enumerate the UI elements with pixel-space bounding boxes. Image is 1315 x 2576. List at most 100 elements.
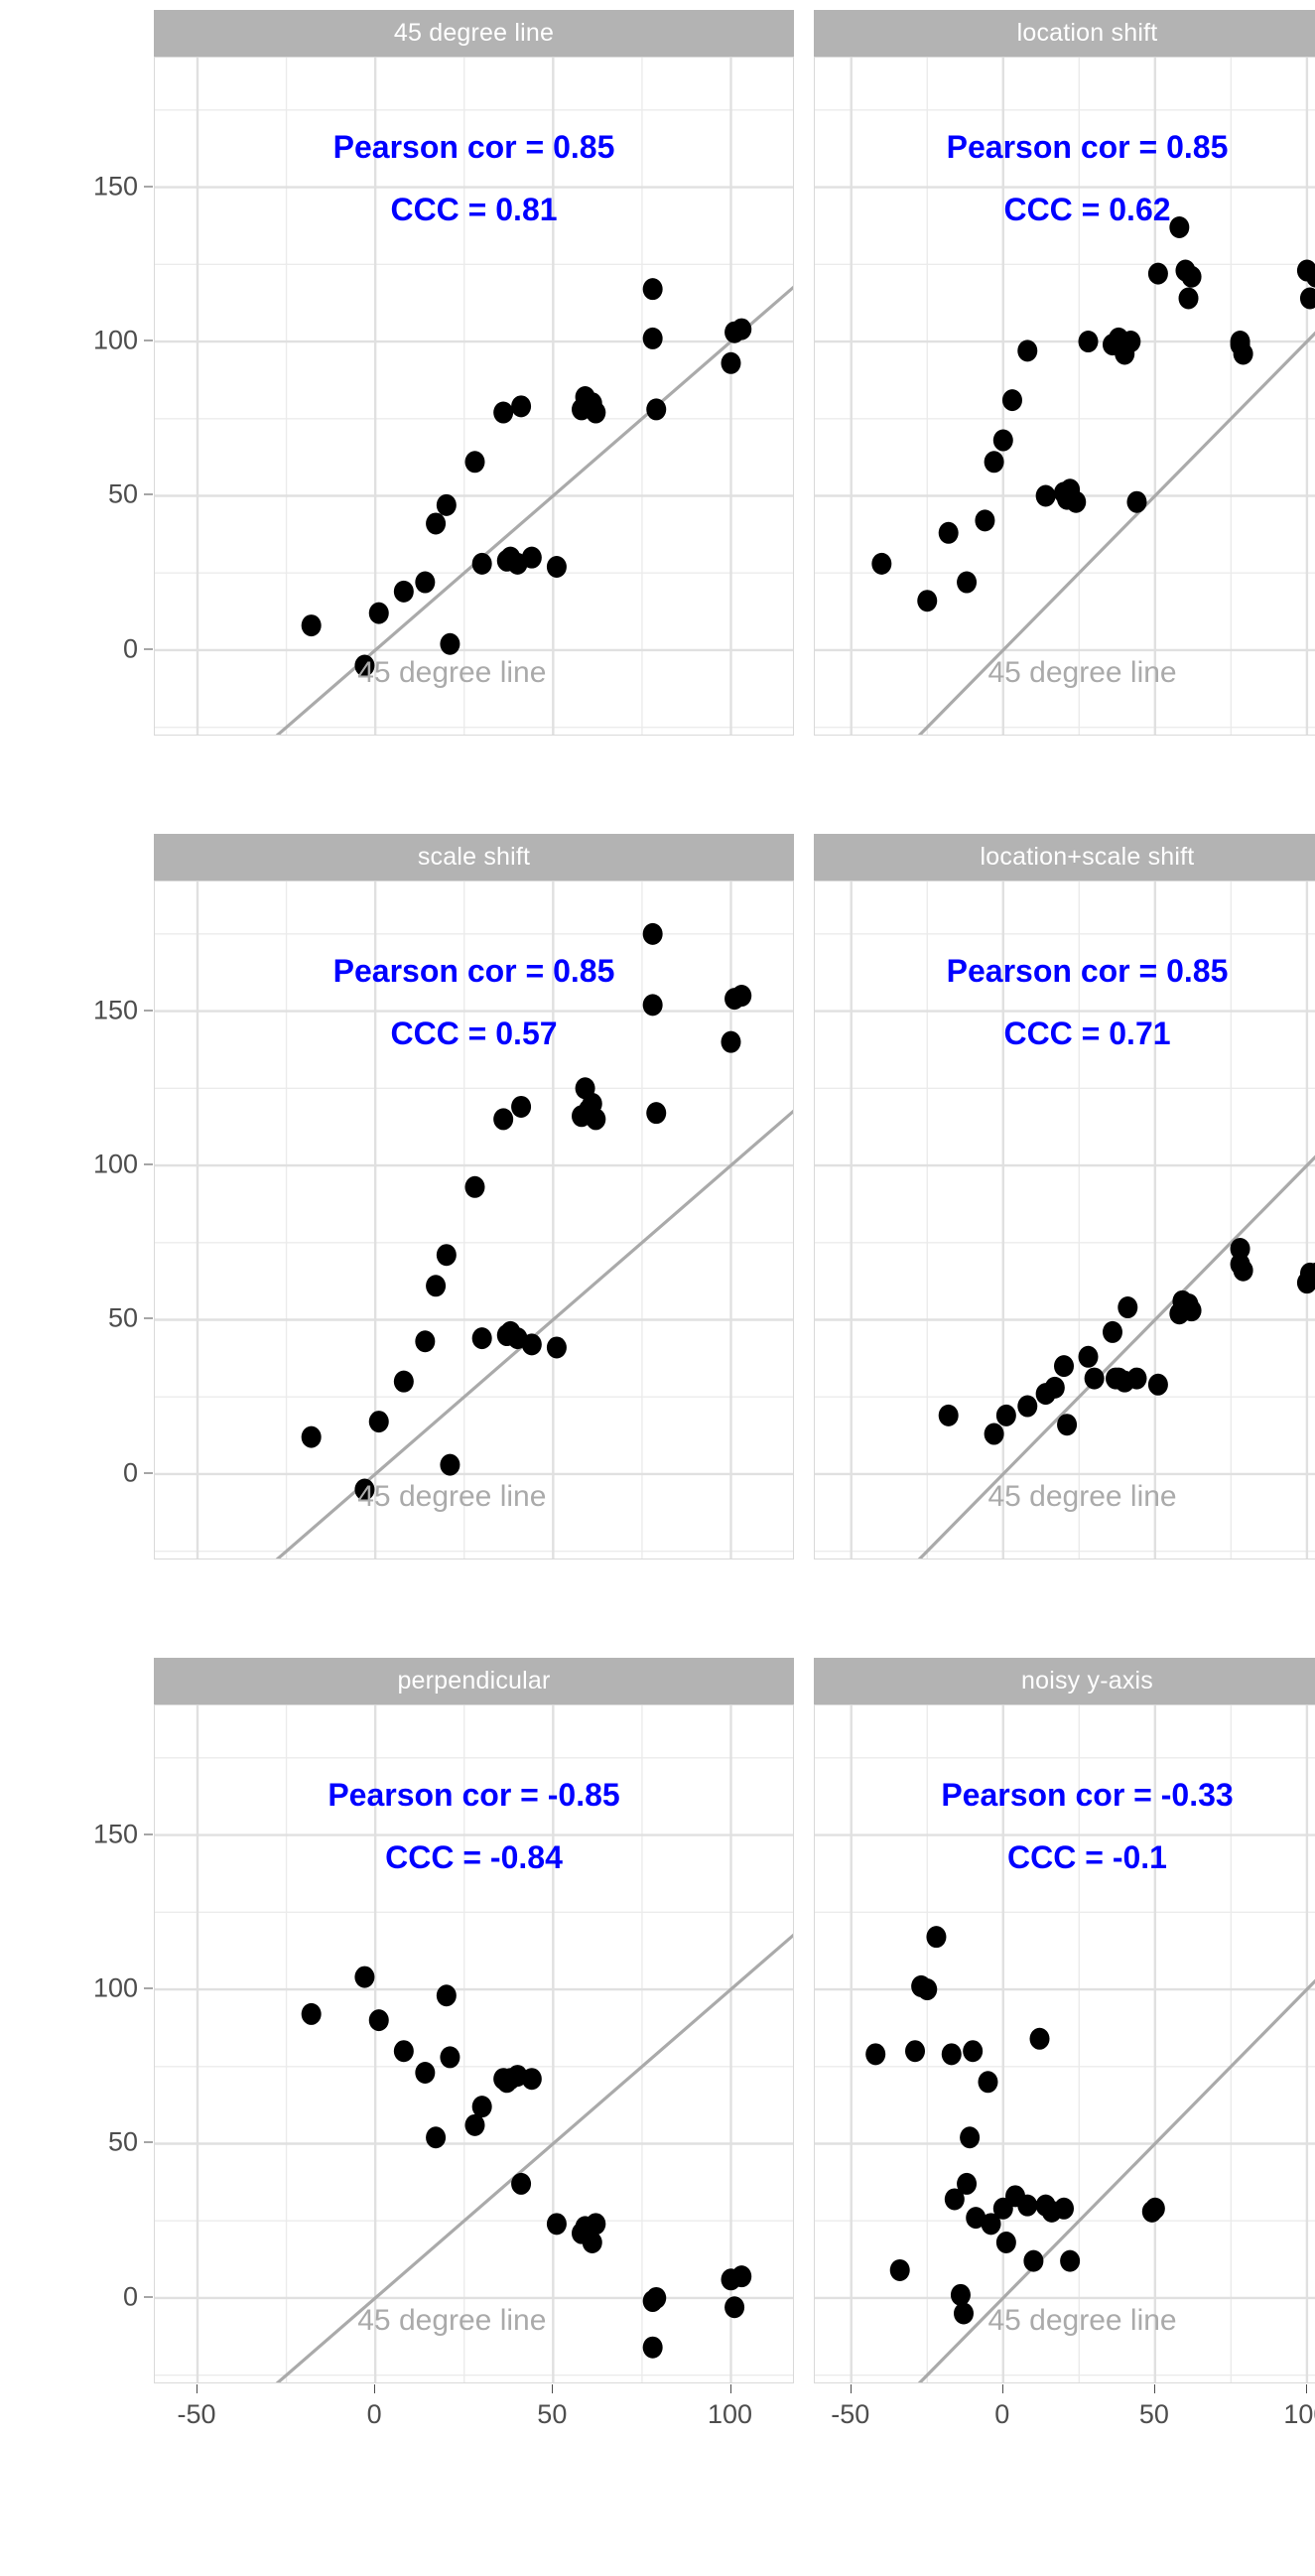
x-axis-tick-label: 100 [1283,2399,1315,2429]
facet-strip-label: location shift [814,10,1315,57]
data-point [995,1404,1016,1426]
y-axis-tick-label: 0 [122,1457,138,1488]
data-point [368,602,389,624]
data-point [926,1926,947,1949]
facet-strip-label: location+scale shift [814,834,1315,881]
x-axis-tick-label: -50 [177,2399,216,2429]
y-axis-tick-mark [144,186,153,188]
x-axis-tick-mark [1305,2384,1307,2393]
data-point [1054,2197,1075,2220]
data-point [1078,1345,1099,1368]
data-point [546,556,567,578]
facet-panel: perpendicular Pearson cor = -0.85 CCC = -0… [154,1658,794,2383]
plot-area: Pearson cor = 0.85 CCC = 0.62 45 degree li… [814,57,1315,736]
plot-area: Pearson cor = 0.85 CCC = 0.57 45 degree li… [154,881,794,1559]
data-point [586,2213,606,2236]
data-point [368,1411,389,1433]
data-point [1181,1299,1202,1322]
data-point [546,1336,567,1359]
data-point [1057,1414,1078,1436]
facet-strip-label: perpendicular [154,1658,794,1704]
data-point [511,395,532,418]
pearson-annotation: Pearson cor = 0.85 [332,129,615,165]
x-axis-tick-label: 100 [707,2399,753,2429]
x-axis-tick-mark [552,2384,554,2393]
facet-scatter-figure: 45 degree line Pearson cor = 0.85 CCC = 0.… [0,0,1315,2576]
plot-area: Pearson cor = -0.85 CCC = -0.84 45 degree … [154,1704,794,2383]
plot-area: Pearson cor = 0.85 CCC = 0.71 45 degree li… [814,881,1315,1559]
data-point [963,2040,984,2063]
data-point [1120,331,1141,353]
y-axis-tick-mark [144,339,153,341]
data-point [471,1327,492,1350]
data-point [1029,2027,1050,2050]
data-point [301,614,322,637]
data-point [415,1330,436,1353]
data-point [436,1244,457,1267]
data-point [436,493,457,516]
data-point [1147,262,1168,285]
data-point [1178,287,1199,310]
data-point [1147,1373,1168,1396]
y-axis-tick-mark [144,648,153,650]
reference-line-label: 45 degree line [987,655,1177,689]
data-point [1017,2194,1038,2217]
facet-strip-label: scale shift [154,834,794,881]
data-point [1035,484,1056,507]
y-axis-tick-label: 0 [122,2281,138,2312]
data-point [301,2002,322,2025]
y-axis-tick-label: 50 [107,2126,138,2157]
pearson-annotation: Pearson cor = 0.85 [946,129,1229,165]
data-point [301,1425,322,1448]
data-point [1060,2249,1081,2272]
data-point [464,451,485,474]
data-point [582,2231,602,2253]
data-point [493,401,514,424]
data-point [471,2096,492,2118]
data-point [646,1102,667,1125]
data-point [1023,2249,1044,2272]
data-point [415,2061,436,2084]
x-axis-tick-mark [1001,2384,1003,2393]
data-point [724,2296,745,2319]
pearson-annotation: Pearson cor = -0.85 [328,1777,620,1813]
data-point [511,2172,532,2195]
data-point [1118,1296,1138,1319]
reference-line-label: 45 degree line [987,1479,1177,1513]
reference-line-label: 45 degree line [987,2303,1177,2337]
ccc-annotation: CCC = 0.81 [390,192,558,227]
data-point [1084,1367,1105,1390]
data-point [917,1978,938,2001]
data-point [511,1095,532,1118]
data-point [917,590,938,612]
x-axis-tick-label: 50 [537,2399,568,2429]
data-point [521,1333,542,1356]
data-point [984,1423,1004,1445]
data-point [941,2043,962,2066]
data-point [642,327,663,349]
data-point [646,2286,667,2309]
y-axis-tick-mark [144,1010,153,1012]
data-point [642,2336,663,2359]
ccc-annotation: CCC = 0.62 [1003,192,1171,227]
y-axis-tick-label: 100 [92,325,138,355]
data-point [586,1108,606,1131]
data-point [1126,1367,1147,1390]
y-axis-tick-mark [144,2141,153,2143]
ccc-annotation: CCC = 0.57 [390,1016,558,1051]
data-point [586,401,606,424]
data-point [975,509,995,532]
y-axis-tick-mark [144,1987,153,1989]
y-axis-tick-label: 150 [92,1819,138,1849]
plot-area: Pearson cor = 0.85 CCC = 0.81 45 degree li… [154,57,794,736]
data-point [995,2231,1016,2253]
y-axis-tick-label: 0 [122,633,138,664]
data-point [1144,2197,1165,2220]
facet-panel: scale shift Pearson cor = 0.85 CCC = 0.57 4… [154,834,794,1559]
data-point [1126,490,1147,513]
ccc-annotation: CCC = 0.71 [1003,1016,1171,1051]
y-axis-tick-label: 50 [107,478,138,509]
data-point [938,1404,959,1426]
data-point [471,552,492,575]
reference-line-label: 45 degree line [357,2303,547,2337]
